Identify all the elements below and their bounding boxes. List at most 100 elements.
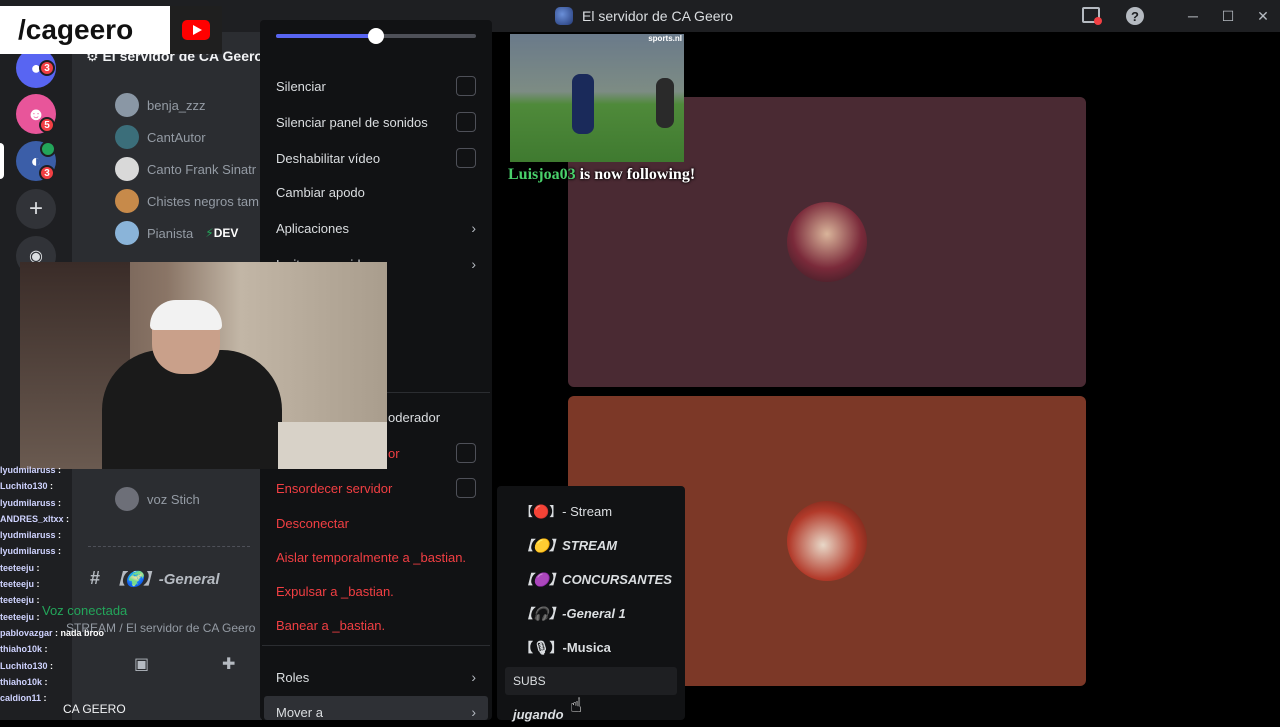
chat-username: teeteeju (0, 611, 35, 622)
menu-item-moderator[interactable]: oderador (388, 410, 440, 425)
inbox-icon[interactable] (1082, 7, 1102, 25)
chat-overlay: lyudmilaruss : Luchito130 : lyudmilaruss… (0, 462, 140, 720)
menu-item-roles[interactable]: Roles › (276, 665, 476, 689)
add-server-icon[interactable]: + (16, 189, 56, 229)
video-player (656, 78, 674, 128)
webcam-bed (278, 422, 387, 469)
chat-text: nada broo (60, 627, 105, 638)
member-name: benja_zzz (147, 97, 206, 113)
menu-item-ban[interactable]: Banear a _bastian. (276, 613, 476, 637)
avatar (115, 189, 139, 213)
member-name: Canto Frank Sinatr (147, 161, 257, 177)
slider-handle[interactable] (368, 28, 384, 44)
chat-username: lyudmilaruss (0, 497, 56, 508)
menu-item-timeout[interactable]: Aislar temporalmente a _bastian. (276, 545, 476, 569)
voice-member[interactable]: benja_zzz (115, 92, 206, 118)
voice-member[interactable]: CantAutor (115, 124, 206, 150)
chat-username: pablovazgar (0, 627, 53, 638)
chevron-right-icon: › (471, 220, 476, 236)
video-watermark: sports.nl (648, 34, 682, 43)
chat-username: thiaho10k (0, 644, 43, 655)
menu-item-mute[interactable]: Silenciar (276, 74, 476, 98)
menu-item-move-to[interactable]: Mover a › (276, 700, 476, 724)
chat-username: thiaho10k (0, 676, 43, 687)
volume-slider[interactable] (276, 28, 476, 44)
help-icon[interactable]: ? (1126, 7, 1144, 25)
voice-member[interactable]: Chistes negros tam (115, 188, 259, 214)
chat-username: Luchito130 (0, 481, 48, 492)
chat-username: lyudmilaruss (0, 546, 56, 557)
chat-message: ANDRES_xltxx : (0, 513, 70, 524)
video-overlay: sports.nl (510, 34, 684, 162)
checkbox[interactable] (456, 443, 476, 463)
menu-item-mute-soundboard[interactable]: Silenciar panel de sonidos (276, 110, 476, 134)
avatar (115, 157, 139, 181)
chat-username: caldion11 (0, 693, 42, 704)
chat-message: Luchito130 : (0, 481, 54, 492)
submenu-channel-jugando[interactable]: jugando (513, 701, 564, 727)
chevron-right-icon: › (471, 669, 476, 685)
minimize-button[interactable]: ─ (1182, 6, 1204, 26)
notification-badge: 3 (39, 165, 55, 181)
member-name: CantAutor (147, 129, 206, 145)
avatar (115, 125, 139, 149)
chat-message: lyudmilaruss : (0, 546, 62, 557)
voice-member[interactable]: Canto Frank Sinatr (115, 156, 256, 182)
maximize-button[interactable]: ☐ (1217, 6, 1239, 26)
server-icon (555, 7, 573, 25)
chat-message: thiaho10k : (0, 644, 48, 655)
chat-message: lyudmilaruss : (0, 465, 62, 475)
member-name: Chistes negros tam (147, 193, 259, 209)
submenu-channel-general-1[interactable]: 【🎧】-General 1 (520, 599, 626, 625)
webcam-cap (150, 300, 222, 330)
brand-handle: /cageero (18, 14, 134, 45)
dev-tag: ⚡DEV (205, 226, 239, 240)
checkbox[interactable] (456, 76, 476, 96)
brand-overlay: /cageero (0, 6, 222, 54)
chat-username: teeteeju (0, 579, 35, 590)
menu-item-apps[interactable]: Aplicaciones › (276, 216, 476, 240)
chat-username: lyudmilaruss (0, 465, 56, 475)
chat-message: Luchito130 : (0, 660, 54, 671)
menu-item-deafen-server[interactable]: Ensordecer servidor (276, 476, 476, 500)
video-player (572, 74, 594, 134)
checkbox[interactable] (456, 148, 476, 168)
notification-badge: 3 (39, 60, 55, 76)
voice-member[interactable]: Pianista ⚡DEV (115, 220, 238, 246)
chat-message: thiaho10k : (0, 676, 48, 687)
member-name: voz Stich (147, 491, 200, 507)
chat-message: teeteeju : (0, 595, 40, 606)
speaker-icon (40, 141, 56, 157)
chat-username: ANDRES_xltxx (0, 513, 64, 524)
checkbox[interactable] (456, 112, 476, 132)
chat-message: pablovazgar : nada broo (0, 627, 105, 638)
follow-alert: Luisjoa03 is now following! (508, 166, 696, 183)
submenu-channel-musica[interactable]: 【🎙】-Musica (520, 633, 611, 659)
checkbox[interactable] (456, 478, 476, 498)
chat-username: teeteeju (0, 595, 35, 606)
avatar (115, 93, 139, 117)
submenu-channel-stream[interactable]: 【🟡】STREAM (520, 531, 617, 557)
participant-avatar (787, 202, 867, 282)
notification-badge: 5 (39, 117, 55, 133)
participant-avatar (787, 501, 867, 581)
menu-item-disconnect[interactable]: Desconectar (276, 511, 476, 535)
chat-message: lyudmilaruss : (0, 530, 62, 541)
lightning-icon: ⚡ (205, 226, 214, 240)
chat-username: Luchito130 (0, 660, 48, 671)
submenu-channel-stream-red[interactable]: 【🔴】- Stream (520, 497, 612, 523)
window-title: El servidor de CA Geero (582, 8, 733, 24)
menu-item-disable-video[interactable]: Deshabilitar vídeo (276, 146, 476, 170)
active-server-indicator (0, 143, 4, 179)
chat-message: caldion11 : (0, 693, 47, 704)
submenu-category-subs[interactable]: SUBS (513, 668, 546, 694)
close-button[interactable]: ✕ (1252, 6, 1274, 26)
menu-item-change-nickname[interactable]: Cambiar apodo (276, 180, 476, 204)
chat-message: lyudmilaruss : (0, 497, 62, 508)
submenu-channel-concursantes[interactable]: 【🟣】CONCURSANTES (520, 565, 672, 591)
chat-message: teeteeju : (0, 579, 40, 590)
menu-item-kick[interactable]: Expulsar a _bastian. (276, 579, 476, 603)
cursor-icon: ☝ (570, 695, 583, 717)
menu-separator (262, 645, 490, 646)
activity-icon[interactable]: ✚ (222, 654, 235, 674)
